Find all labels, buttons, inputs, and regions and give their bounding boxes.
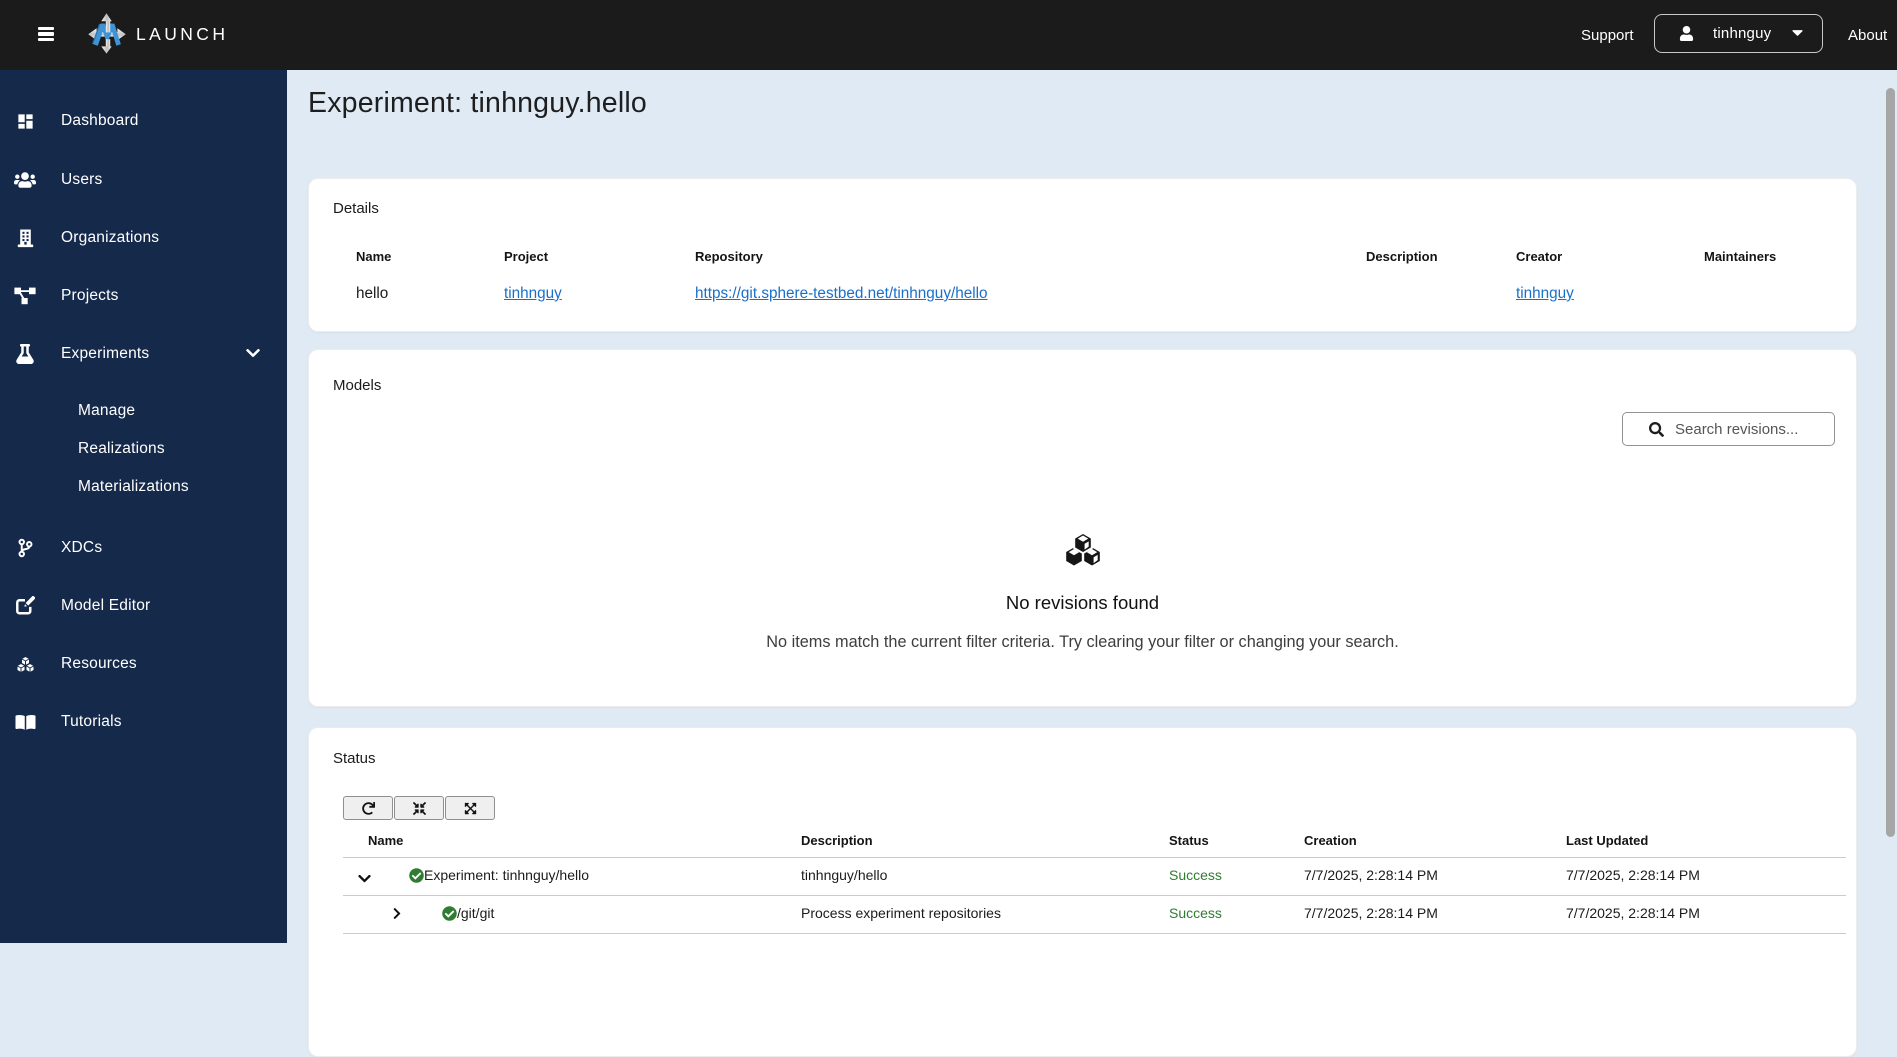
launch-logo[interactable]: LAUNCH — [88, 13, 228, 54]
no-revisions-cubes-icon — [1066, 533, 1100, 566]
success-check-icon — [409, 868, 424, 883]
project-diagram-icon — [14, 285, 36, 307]
status-row-status: Success — [1169, 905, 1222, 921]
search-icon — [1649, 422, 1664, 437]
models-card: Models No revisions found No items match… — [308, 349, 1857, 707]
sidebar-nav: Dashboard Users Organizations Projects E… — [0, 70, 287, 943]
user-menu-button[interactable]: tinhnguy — [1654, 14, 1823, 53]
sidebar-item-users[interactable]: Users — [0, 165, 287, 195]
edit-icon — [14, 595, 36, 617]
row-separator — [343, 933, 1846, 934]
details-header-name: Name — [356, 249, 392, 264]
building-icon — [14, 227, 36, 249]
details-header-creator: Creator — [1516, 249, 1563, 264]
page-title: Experiment: tinhnguy.hello — [308, 87, 647, 119]
status-row-name: /git/git — [457, 905, 495, 921]
details-header-project: Project — [504, 249, 549, 264]
details-value-project-link[interactable]: tinhnguy — [504, 285, 562, 303]
book-open-icon — [14, 711, 36, 733]
refresh-button[interactable] — [343, 796, 393, 820]
success-check-icon — [442, 906, 457, 921]
details-value-repository-link[interactable]: https://git.sphere-testbed.net/tinhnguy/… — [695, 285, 988, 303]
models-card-title: Models — [333, 377, 382, 394]
refresh-icon — [361, 801, 375, 815]
sidebar-item-xdcs[interactable]: XDCs — [0, 533, 287, 563]
status-row-name: Experiment: tinhnguy/hello — [424, 867, 589, 883]
status-header-description: Description — [801, 833, 873, 848]
status-header-creation: Creation — [1304, 833, 1357, 848]
status-row-last-updated: 7/7/2025, 2:28:14 PM — [1566, 905, 1700, 921]
about-link[interactable]: About — [1848, 0, 1887, 70]
status-header-status: Status — [1169, 833, 1209, 848]
support-link[interactable]: Support — [1581, 0, 1634, 70]
search-box — [1622, 412, 1835, 446]
details-value-creator-link[interactable]: tinhnguy — [1516, 285, 1574, 303]
flask-icon — [14, 343, 36, 365]
launch-logo-icon — [88, 13, 126, 54]
sidebar-item-manage[interactable]: Manage — [0, 396, 287, 426]
details-header-description: Description — [1366, 249, 1438, 264]
row-collapse-chevron[interactable] — [358, 870, 371, 888]
sidebar-item-projects[interactable]: Projects — [0, 281, 287, 311]
hamburger-bar — [38, 26, 54, 30]
brand-text: LAUNCH — [136, 23, 229, 44]
status-row-status: Success — [1169, 867, 1222, 883]
details-card: Details Name Project Repository Descript… — [308, 178, 1857, 332]
code-branch-icon — [14, 537, 36, 559]
search-revisions-input[interactable] — [1673, 413, 1831, 445]
dashboard-icon — [14, 110, 36, 132]
compress-icon — [412, 801, 426, 815]
status-header-name: Name — [368, 833, 404, 848]
status-row-creation: 7/7/2025, 2:28:14 PM — [1304, 905, 1438, 921]
details-header-maintainers: Maintainers — [1704, 249, 1777, 264]
expand-icon — [464, 802, 476, 814]
status-header-last-updated: Last Updated — [1566, 833, 1649, 848]
cubes-icon — [14, 653, 36, 675]
details-header-repository: Repository — [695, 249, 763, 264]
status-card: Status Name Description Status Creation … — [308, 727, 1857, 1057]
status-row-last-updated: 7/7/2025, 2:28:14 PM — [1566, 867, 1700, 883]
sidebar-item-tutorials[interactable]: Tutorials — [0, 707, 287, 737]
menu-toggle-button[interactable] — [38, 26, 56, 44]
row-expand-chevron[interactable] — [393, 907, 401, 925]
hamburger-bar — [38, 37, 54, 42]
sidebar-item-realizations[interactable]: Realizations — [0, 434, 287, 464]
details-card-title: Details — [333, 200, 379, 217]
collapse-all-button[interactable] — [394, 796, 444, 820]
empty-state-message: No items match the current filter criter… — [766, 633, 1399, 651]
user-icon — [1679, 26, 1694, 41]
table-separator — [343, 857, 1846, 858]
sidebar-item-model-editor[interactable]: Model Editor — [0, 591, 287, 621]
hamburger-bar — [38, 32, 54, 36]
status-row-description: Process experiment repositories — [801, 905, 1001, 921]
vertical-scrollbar-thumb[interactable] — [1886, 88, 1895, 837]
chevron-down-icon — [246, 345, 260, 363]
sidebar-item-resources[interactable]: Resources — [0, 649, 287, 679]
sidebar-item-dashboard[interactable]: Dashboard — [0, 106, 287, 136]
sidebar-item-experiments[interactable]: Experiments — [0, 339, 287, 369]
sidebar-item-materializations[interactable]: Materializations — [0, 472, 287, 502]
users-icon — [14, 169, 36, 191]
expand-all-button[interactable] — [445, 796, 495, 820]
top-navbar: LAUNCH Support tinhnguy About — [0, 0, 1897, 70]
caret-down-icon — [1792, 30, 1803, 36]
status-row-description: tinhnguy/hello — [801, 867, 888, 883]
details-value-name: hello — [356, 285, 389, 302]
status-card-title: Status — [333, 750, 376, 767]
empty-state-title: No revisions found — [1005, 592, 1160, 613]
username-label: tinhnguy — [1713, 25, 1772, 42]
sidebar-item-organizations[interactable]: Organizations — [0, 223, 287, 253]
row-separator — [343, 895, 1846, 896]
status-row-creation: 7/7/2025, 2:28:14 PM — [1304, 867, 1438, 883]
